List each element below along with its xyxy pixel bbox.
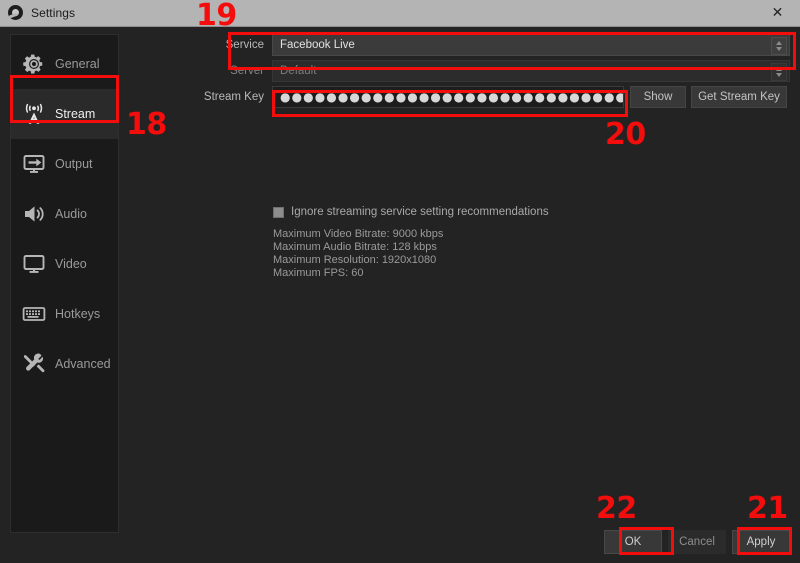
sidebar-item-hotkeys[interactable]: Hotkeys bbox=[11, 289, 118, 339]
server-value: Default bbox=[280, 65, 317, 77]
obs-logo-icon bbox=[8, 5, 24, 21]
sidebar-item-video[interactable]: Video bbox=[11, 239, 118, 289]
annotation-number-21: 21 bbox=[747, 491, 788, 526]
sidebar-item-general[interactable]: General bbox=[11, 39, 118, 89]
max-resolution-text: Maximum Resolution: 1920x1080 bbox=[273, 254, 437, 266]
sidebar-item-label: Audio bbox=[55, 206, 87, 221]
annotation-number-20: 20 bbox=[605, 117, 646, 152]
keyboard-icon bbox=[21, 301, 47, 327]
chevron-updown-icon[interactable] bbox=[771, 37, 787, 55]
ok-button[interactable]: OK bbox=[604, 530, 662, 554]
sidebar-item-stream[interactable]: Stream bbox=[11, 89, 118, 139]
sidebar-item-advanced[interactable]: Advanced bbox=[11, 339, 118, 389]
gear-icon bbox=[21, 51, 47, 77]
stream-key-input[interactable]: ●●●●●●●●●●●●●●●●●●●●●●●●●●●●●●●●●●●●●●●●… bbox=[272, 86, 624, 108]
monitor-icon bbox=[21, 251, 47, 277]
show-button[interactable]: Show bbox=[630, 86, 686, 108]
tools-icon bbox=[21, 351, 47, 377]
sidebar-item-label: General bbox=[55, 56, 100, 71]
sidebar-item-audio[interactable]: Audio bbox=[11, 189, 118, 239]
sidebar-item-label: Stream bbox=[55, 106, 96, 121]
dialog-buttons: OK Cancel Apply bbox=[598, 530, 790, 554]
sidebar-item-label: Advanced bbox=[55, 356, 111, 371]
window-title: Settings bbox=[31, 6, 76, 20]
cancel-button[interactable]: Cancel bbox=[668, 530, 726, 554]
server-select[interactable]: Default bbox=[272, 60, 790, 82]
recommendations-block: Ignore streaming service setting recomme… bbox=[273, 206, 549, 280]
stream-key-value: ●●●●●●●●●●●●●●●●●●●●●●●●●●●●●●●●●●●●●●●●… bbox=[280, 90, 624, 104]
ignore-recommendations-checkbox[interactable] bbox=[273, 206, 284, 218]
sidebar-item-label: Video bbox=[55, 256, 87, 271]
speaker-icon bbox=[21, 201, 47, 227]
settings-sidebar: General Stream Output Audio Video Hotkey… bbox=[10, 34, 119, 533]
stream-settings-panel: Service Facebook Live Server Default Str… bbox=[128, 34, 790, 494]
max-video-bitrate-text: Maximum Video Bitrate: 9000 kbps bbox=[273, 228, 444, 240]
service-select[interactable]: Facebook Live bbox=[272, 34, 790, 56]
annotation-number-22: 22 bbox=[596, 491, 637, 526]
sidebar-item-label: Output bbox=[55, 156, 93, 171]
title-bar: Settings ✕ bbox=[0, 0, 800, 27]
chevron-updown-icon[interactable] bbox=[771, 63, 787, 81]
annotation-number-18: 18 bbox=[126, 107, 167, 142]
settings-window: Settings ✕ General Stream Output Audio V… bbox=[0, 0, 800, 563]
max-fps-text: Maximum FPS: 60 bbox=[273, 267, 364, 279]
server-row: Server Default bbox=[128, 60, 790, 82]
sidebar-item-output[interactable]: Output bbox=[11, 139, 118, 189]
get-stream-key-button[interactable]: Get Stream Key bbox=[691, 86, 787, 108]
stream-key-label: Stream Key bbox=[203, 91, 264, 103]
stream-key-row: Stream Key ●●●●●●●●●●●●●●●●●●●●●●●●●●●●●… bbox=[128, 86, 790, 108]
max-audio-bitrate-text: Maximum Audio Bitrate: 128 kbps bbox=[273, 241, 437, 253]
output-icon bbox=[21, 151, 47, 177]
service-value: Facebook Live bbox=[280, 39, 355, 51]
ignore-recommendations-label: Ignore streaming service setting recomme… bbox=[291, 206, 549, 218]
service-row: Service Facebook Live bbox=[128, 34, 790, 56]
broadcast-icon bbox=[21, 101, 47, 127]
service-label: Service bbox=[225, 39, 264, 51]
annotation-number-19: 19 bbox=[196, 0, 237, 33]
server-label: Server bbox=[230, 65, 264, 77]
ignore-recommendations-row[interactable]: Ignore streaming service setting recomme… bbox=[273, 206, 549, 218]
sidebar-item-label: Hotkeys bbox=[55, 306, 101, 321]
apply-button[interactable]: Apply bbox=[732, 530, 790, 554]
close-icon[interactable]: ✕ bbox=[755, 0, 800, 26]
